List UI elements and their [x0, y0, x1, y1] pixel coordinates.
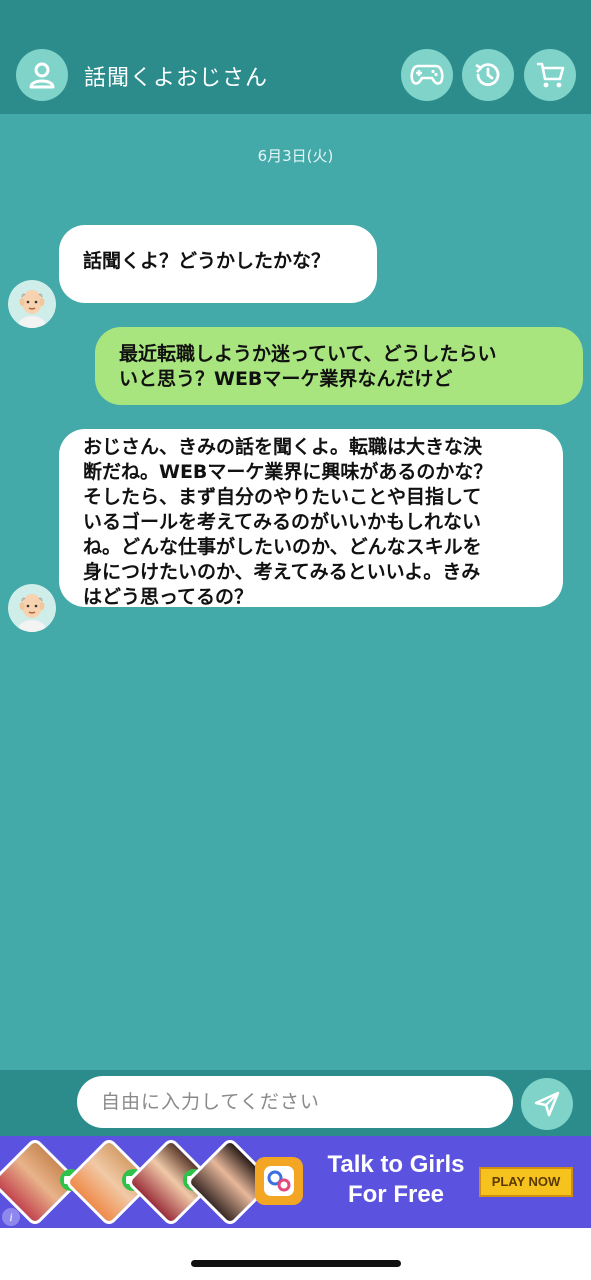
- profile-button[interactable]: [16, 49, 68, 101]
- message-text-line: ね。どんな仕事がしたいのか、どんなスキルを: [83, 536, 482, 558]
- home-indicator[interactable]: [191, 1260, 401, 1267]
- chat-area[interactable]: 6月3日(火) 話聞くよ？どうかしたかな？ 最近転職しようか迷っていて、どうした…: [0, 114, 591, 1070]
- history-button[interactable]: [462, 49, 514, 101]
- game-button[interactable]: [401, 49, 453, 101]
- ad-headline-line2: For Free: [347, 1181, 445, 1208]
- message-text: 話聞くよ？どうかしたかな？: [83, 250, 331, 272]
- message-text-line: はどう思ってるの？: [83, 586, 254, 608]
- ad-banner[interactable]: Talk to Girls For Free PLAY NOW i: [0, 1136, 591, 1228]
- history-icon: [475, 63, 500, 87]
- cart-icon: [537, 62, 565, 88]
- message-bubble-ojisan: おじさん、きみの話を聞くよ。転職は大きな決 断だね。WEBマーケ業界に興味がある…: [59, 429, 563, 608]
- message-text-line: 断だね。WEBマーケ業界に興味があるのかな？: [83, 461, 493, 483]
- message-input[interactable]: 自由に入力してください: [77, 1076, 513, 1128]
- app-logo-icon: [255, 1157, 303, 1205]
- user-icon: [29, 62, 55, 89]
- ad-headline-line1: Talk to Girls: [327, 1151, 465, 1178]
- input-bar: 自由に入力してください: [0, 1070, 591, 1136]
- ojisan-avatar: [8, 584, 56, 632]
- page-title: 話聞くよおじさん: [84, 66, 269, 91]
- ad-headline: Talk to Girls For Free: [306, 1150, 486, 1210]
- message-text-line: そしたら、まず自分のやりたいことや目指して: [83, 486, 482, 508]
- ad-info-icon[interactable]: i: [2, 1208, 20, 1226]
- send-button[interactable]: [521, 1078, 573, 1130]
- message-text-line: いと思う？WEBマーケ業界なんだけど: [119, 368, 453, 390]
- date-separator: 6月3日(火): [257, 147, 334, 165]
- ojisan-face-icon: [18, 594, 46, 632]
- message-text-line: 最近転職しようか迷っていて、どうしたらい: [119, 343, 497, 365]
- app-header: 話聞くよおじさん: [0, 0, 591, 114]
- message-text-line: いるゴールを考えてみるのがいいかもしれない: [83, 511, 482, 533]
- gamepad-icon: [410, 64, 444, 85]
- cart-button[interactable]: [524, 49, 576, 101]
- message-text-line: 身につけたいのか、考えてみるといいよ。きみ: [83, 561, 481, 583]
- message-bubble-user: 最近転職しようか迷っていて、どうしたらい いと思う？WEBマーケ業界なんだけど: [95, 327, 583, 405]
- message-bubble-ojisan: 話聞くよ？どうかしたかな？: [59, 225, 377, 303]
- send-icon: [534, 1091, 560, 1117]
- message-text-line: おじさん、きみの話を聞くよ。転職は大きな決: [83, 436, 483, 458]
- play-now-button[interactable]: PLAY NOW: [479, 1167, 573, 1197]
- ojisan-face-icon: [18, 290, 46, 328]
- ojisan-avatar: [8, 280, 56, 328]
